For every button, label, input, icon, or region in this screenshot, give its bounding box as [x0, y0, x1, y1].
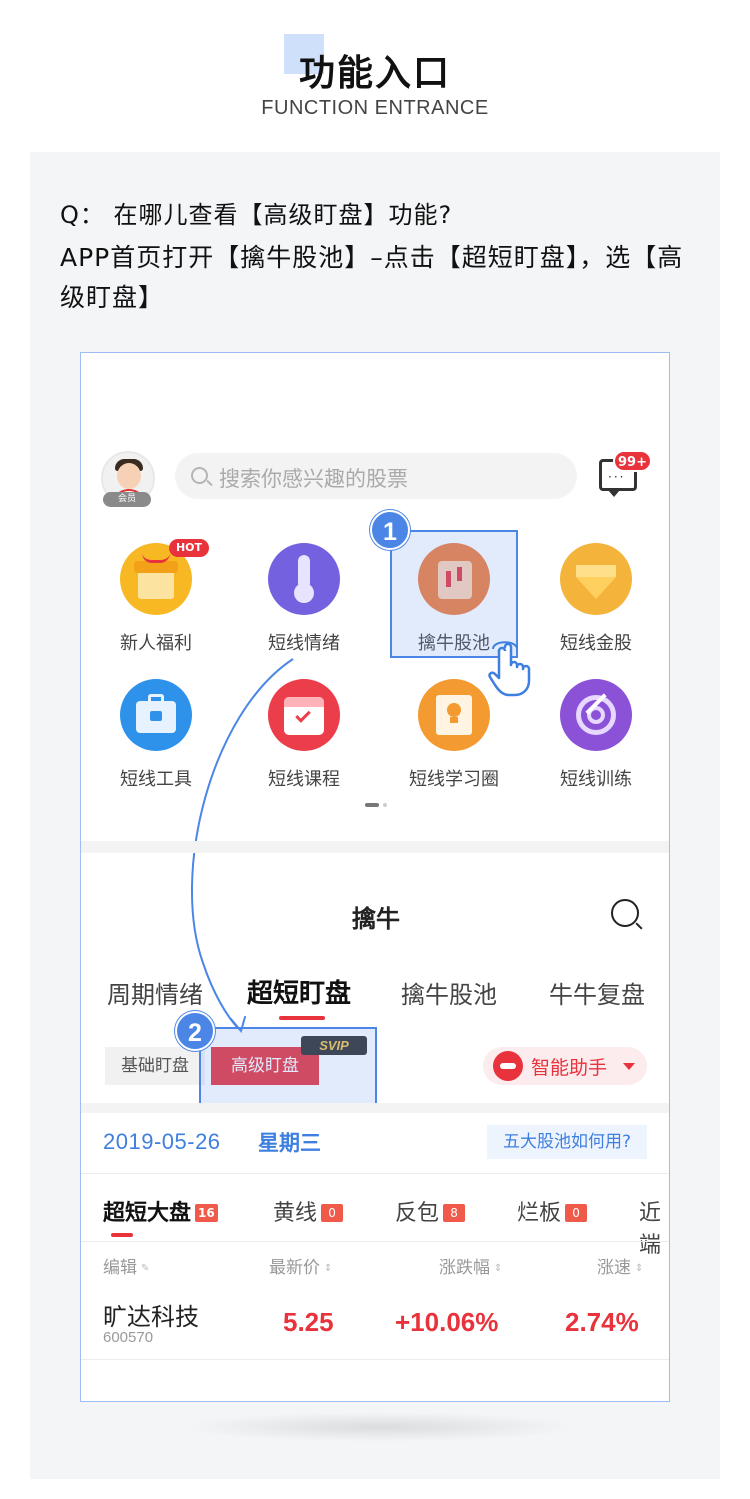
- column-edit[interactable]: 编辑 ✎: [103, 1253, 149, 1278]
- sort-icon: ⇕: [635, 1263, 644, 1274]
- diamond-icon: [560, 543, 632, 615]
- tab-stock-pool[interactable]: 擒牛股池: [401, 975, 497, 1010]
- member-badge: 会员: [103, 492, 151, 507]
- grid-item-training[interactable]: 短线训练: [531, 679, 661, 791]
- stock-name: 旷达科技: [103, 1303, 199, 1331]
- active-subtab-indicator: [111, 1233, 133, 1237]
- section-title: 功能入口: [298, 53, 451, 94]
- column-change[interactable]: 涨跌幅 ⇕: [439, 1253, 502, 1278]
- grid-item-newcomer[interactable]: 新人福利: [91, 543, 221, 655]
- target-icon: [560, 679, 632, 751]
- screen-divider: [81, 841, 669, 853]
- section-header: 功能入口 FUNCTION ENTRANCE: [0, 0, 750, 150]
- subtab-rebound[interactable]: 反包 8: [395, 1195, 466, 1227]
- basic-watch-chip[interactable]: 基础盯盘: [105, 1047, 205, 1085]
- column-latest-price[interactable]: 最新价 ⇕: [269, 1253, 332, 1278]
- thermometer-icon: [268, 543, 340, 615]
- search-placeholder: 搜索你感兴趣的股票: [219, 467, 408, 491]
- divider: [81, 1173, 669, 1174]
- search-icon[interactable]: [611, 899, 639, 927]
- caret-down-icon: [623, 1063, 635, 1070]
- step2-highlight: [199, 1027, 377, 1107]
- grid-label: 短线金股: [560, 633, 632, 654]
- tab-short-watch[interactable]: 超短盯盘: [247, 973, 351, 1010]
- subtab-yellow-line[interactable]: 黄线 0: [273, 1195, 344, 1227]
- calendar-icon: [268, 679, 340, 751]
- divider: [81, 1359, 669, 1360]
- stock-code: 600570: [103, 1329, 154, 1346]
- answer-text: APP首页打开【擒牛股池】–点击【超短盯盘】，选【高级盯盘】: [60, 243, 684, 312]
- grid-label: 短线工具: [120, 769, 192, 790]
- grid-item-course[interactable]: 短线课程: [239, 679, 369, 791]
- stock-price: 5.25: [283, 1307, 334, 1337]
- column-speed[interactable]: 涨速 ⇕: [597, 1253, 643, 1278]
- smart-assistant-button[interactable]: 智能助手: [483, 1047, 647, 1085]
- count-badge: 0: [321, 1204, 344, 1222]
- sort-icon: ⇕: [494, 1263, 503, 1274]
- message-count-badge: 99+: [613, 450, 652, 472]
- qinniu-page-title: 擒牛: [352, 905, 400, 933]
- assistant-label: 智能助手: [531, 1057, 608, 1079]
- grid-label: 短线训练: [560, 769, 632, 790]
- grid-item-gold-stock[interactable]: 短线金股: [531, 543, 661, 655]
- sort-icon: ⇕: [324, 1263, 333, 1274]
- page-indicator: [365, 803, 389, 807]
- section-subtitle: FUNCTION ENTRANCE: [261, 97, 489, 119]
- pool-help-button[interactable]: 五大股池如何用?: [487, 1125, 647, 1159]
- grid-label: 短线情绪: [268, 633, 340, 654]
- subtab-market[interactable]: 超短大盘 16: [103, 1195, 218, 1227]
- stock-speed: 2.74%: [565, 1307, 639, 1337]
- count-badge: 16: [195, 1204, 218, 1222]
- phone-shadow: [180, 1412, 580, 1442]
- robot-icon: [493, 1051, 523, 1081]
- grid-label: 新人福利: [120, 633, 192, 654]
- step2-marker: 2: [175, 1011, 215, 1051]
- subtab-broken-board[interactable]: 烂板 0: [517, 1195, 588, 1227]
- count-badge: 8: [443, 1204, 466, 1222]
- grid-item-tools[interactable]: 短线工具: [91, 679, 221, 791]
- step1-marker: 1: [370, 510, 410, 550]
- phone-screenshot: 会员 搜索你感兴趣的股票 ··· 99+ 新人福利 HOT 短线情绪 擒牛股池: [80, 352, 670, 1402]
- question-text: Q： 在哪儿查看【高级盯盘】功能?: [60, 201, 453, 229]
- pointer-hand-icon: [488, 641, 531, 697]
- step1-highlight: [390, 530, 518, 658]
- date-label[interactable]: 2019-05-26: [103, 1129, 221, 1155]
- weekday-label[interactable]: 星期三: [258, 1127, 321, 1157]
- count-badge: 0: [565, 1204, 588, 1222]
- lightbulb-icon: [418, 679, 490, 751]
- tab-review[interactable]: 牛牛复盘: [549, 975, 645, 1010]
- grid-item-sentiment[interactable]: 短线情绪: [239, 543, 369, 655]
- subtab-recent[interactable]: 近端: [639, 1195, 669, 1259]
- toolbox-icon: [120, 679, 192, 751]
- grid-label: 短线学习圈: [409, 769, 499, 790]
- section-divider: [81, 1103, 669, 1113]
- edit-icon: ✎: [141, 1263, 150, 1274]
- hot-badge: HOT: [169, 539, 209, 557]
- grid-label: 短线课程: [268, 769, 340, 790]
- divider: [81, 1241, 669, 1242]
- search-icon: [191, 467, 208, 484]
- stock-change: +10.06%: [395, 1307, 499, 1337]
- tab-cycle-sentiment[interactable]: 周期情绪: [107, 975, 203, 1010]
- active-tab-indicator: [279, 1016, 325, 1020]
- search-bar[interactable]: 搜索你感兴趣的股票: [175, 453, 577, 499]
